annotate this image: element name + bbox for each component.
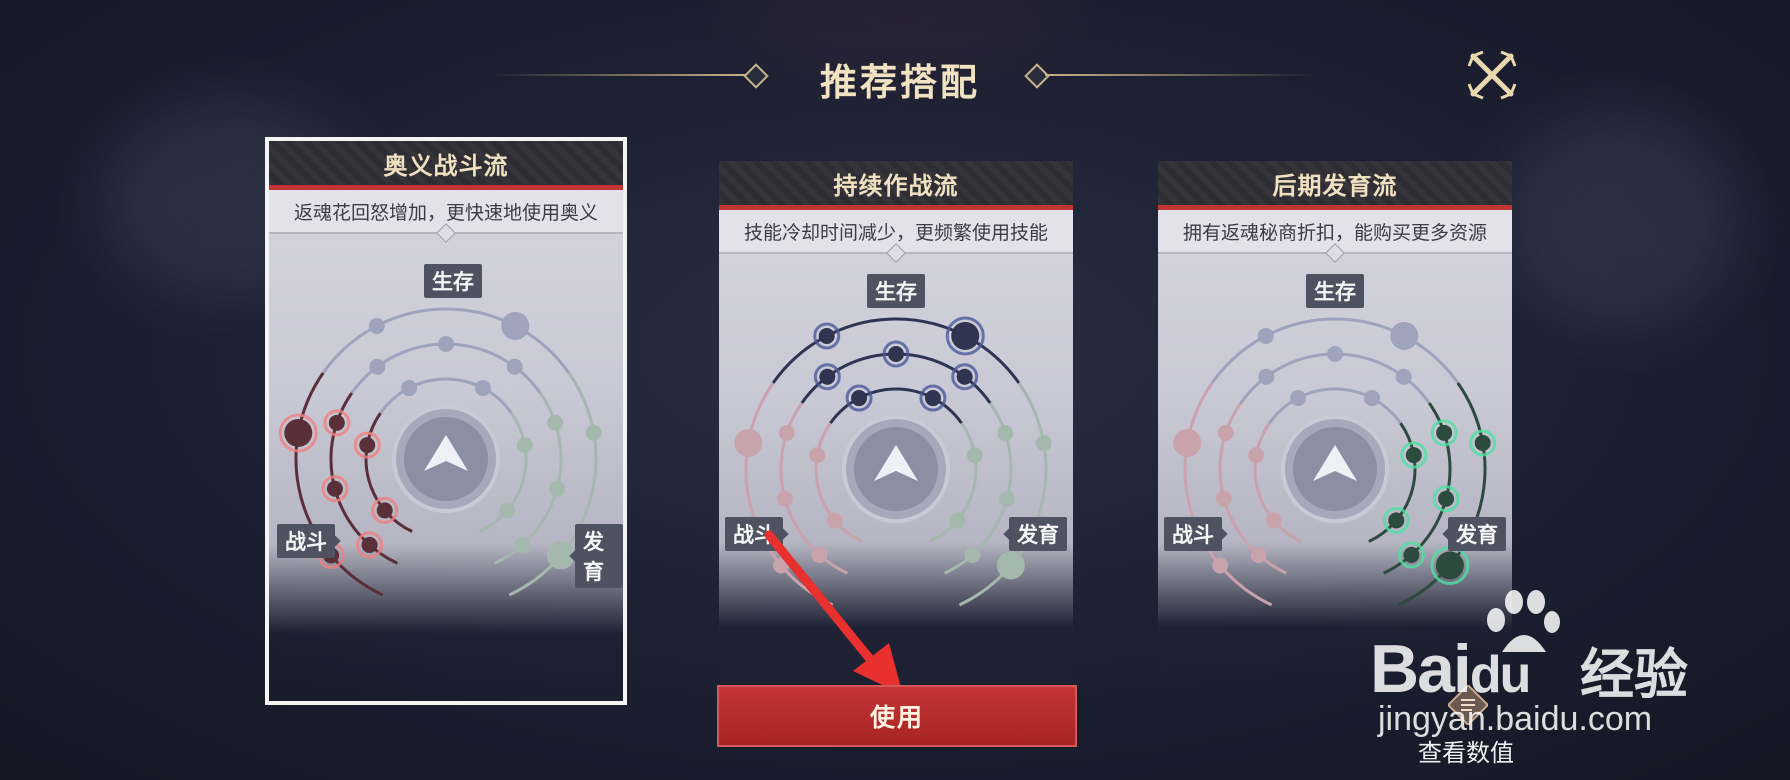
skill-tree-graph: [278, 307, 602, 597]
skill-node: [956, 368, 973, 385]
skill-node: [1265, 512, 1282, 529]
watermark-brand: Baidu: [1370, 630, 1532, 708]
skill-node: [1173, 428, 1202, 457]
skill-node: [964, 546, 981, 563]
skill-node: [506, 358, 523, 375]
skill-node: [1405, 447, 1422, 464]
skill-node: [1215, 490, 1232, 507]
skill-node: [888, 346, 904, 362]
skill-node: [851, 390, 868, 407]
tag-survival: 生存: [424, 264, 482, 298]
tag-survival: 生存: [1306, 274, 1364, 308]
skill-node: [949, 512, 966, 529]
tag-combat: 战斗: [1164, 517, 1222, 551]
skill-node: [368, 317, 385, 334]
skill-node: [1248, 447, 1265, 464]
card-title: 持续作战流: [719, 161, 1073, 210]
watermark-brand-bai: Bai: [1370, 631, 1472, 707]
title-bar: 推荐搭配: [0, 40, 1790, 110]
background-blur: [1500, 110, 1740, 330]
tag-growth: 发育: [1448, 517, 1506, 551]
tag-growth: 发育: [1009, 517, 1067, 551]
skill-node: [1388, 512, 1405, 529]
tag-combat: 战斗: [277, 524, 335, 558]
card-description: 拥有返魂秘商折扣，能购买更多资源: [1158, 210, 1512, 263]
diamond-ornament: [1024, 63, 1050, 89]
tag-survival: 生存: [867, 274, 925, 308]
skill-node: [1250, 546, 1267, 563]
skill-node: [1363, 390, 1380, 407]
watermark-brand-du: du: [1469, 646, 1532, 704]
skill-node: [966, 447, 983, 464]
skill-node: [1438, 490, 1455, 507]
skill-node: [1390, 321, 1419, 350]
close-icon[interactable]: [1467, 50, 1517, 100]
skill-node: [516, 437, 533, 454]
skill-node: [1474, 434, 1491, 451]
skill-node: [585, 424, 602, 441]
skill-node: [1212, 557, 1229, 574]
skill-node: [924, 390, 941, 407]
skill-node: [284, 418, 313, 447]
skill-node: [499, 502, 516, 519]
build-card-combat[interactable]: 奥义战斗流 返魂花回怒增加，更快速地使用奥义 生存 战斗 发育: [265, 137, 627, 705]
baidu-watermark: Baidu 经验 jingyan.baidu.com: [1370, 590, 1710, 740]
skill-node: [501, 311, 530, 340]
diamond-ornament: [743, 63, 769, 89]
card-description-text: 技能冷却时间减少，更频繁使用技能: [743, 221, 1048, 244]
skill-node: [1435, 551, 1464, 580]
skill-node: [999, 490, 1016, 507]
skill-node: [369, 358, 386, 375]
skill-node: [361, 536, 378, 553]
skill-node: [776, 490, 793, 507]
skill-node: [326, 480, 343, 497]
skill-node: [401, 380, 418, 397]
skill-tree: 生存 战斗 发育: [269, 234, 623, 664]
skill-node: [819, 368, 836, 385]
skill-node: [547, 414, 564, 431]
card-description-text: 返魂花回怒增加，更快速地使用奥义: [293, 201, 598, 224]
skill-node: [734, 428, 763, 457]
skill-node: [997, 424, 1014, 441]
skill-node: [1327, 346, 1343, 362]
tag-growth: 发育: [575, 524, 623, 588]
skill-node: [996, 551, 1025, 580]
skill-node: [549, 480, 566, 497]
skill-node: [1403, 546, 1420, 563]
watermark-cn: 经验: [1580, 643, 1688, 706]
skill-node: [474, 380, 491, 397]
skill-node: [1395, 368, 1412, 385]
skill-node: [438, 336, 454, 352]
skill-node: [359, 437, 376, 454]
skill-node: [1290, 390, 1307, 407]
skill-node: [809, 447, 826, 464]
watermark-url: jingyan.baidu.com: [1378, 700, 1653, 738]
skill-node: [1035, 434, 1052, 451]
red-arrow-annotation: [764, 530, 903, 695]
title-divider-left: [490, 74, 745, 76]
skill-node: [1257, 327, 1274, 344]
card-description: 技能冷却时间减少，更频繁使用技能: [719, 210, 1073, 263]
card-title: 奥义战斗流: [269, 141, 623, 190]
skill-node: [328, 414, 345, 431]
skill-node: [1217, 424, 1234, 441]
skill-node: [818, 327, 835, 344]
skill-node: [1258, 368, 1275, 385]
skill-node: [376, 502, 393, 519]
skill-node: [514, 536, 531, 553]
page-title: 推荐搭配: [820, 61, 980, 104]
skill-node: [1436, 424, 1453, 441]
skill-node: [778, 424, 795, 441]
card-title: 后期发育流: [1158, 161, 1512, 210]
use-button[interactable]: 使用: [717, 685, 1077, 747]
skill-node: [951, 321, 980, 350]
card-description-text: 拥有返魂秘商折扣，能购买更多资源: [1182, 221, 1487, 244]
title-divider-right: [1045, 74, 1315, 76]
card-description: 返魂花回怒增加，更快速地使用奥义: [269, 190, 623, 243]
